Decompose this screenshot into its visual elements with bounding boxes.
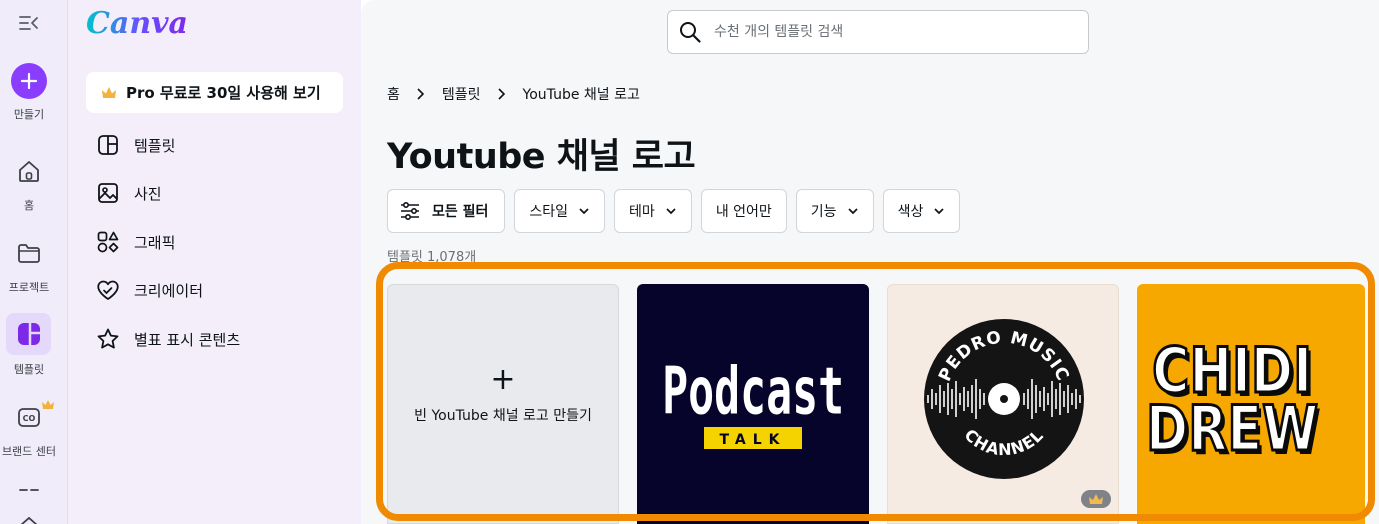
side-panel: Canva Pro 무료로 30일 사용해 보기 템플릿 사진 그래픽 크리에이… xyxy=(68,0,361,524)
filter-sliders-icon xyxy=(401,201,419,221)
collapse-menu-icon[interactable] xyxy=(18,12,40,34)
nav-label-photos: 사진 xyxy=(134,184,162,203)
theme-filter-label: 테마 xyxy=(629,204,655,220)
template-icon xyxy=(98,135,118,155)
color-filter-dropdown[interactable]: 색상 xyxy=(882,189,961,233)
folder-icon[interactable] xyxy=(16,240,42,266)
nav-item-creators[interactable]: 크리에이터 xyxy=(96,277,203,303)
search-bar[interactable] xyxy=(667,10,1089,54)
pro-crown-icon xyxy=(42,395,54,414)
chevron-down-icon xyxy=(934,208,944,215)
canva-logo[interactable]: Canva xyxy=(86,6,188,41)
breadcrumb-home[interactable]: 홈 xyxy=(387,84,400,104)
page-title: Youtube 채널 로고 xyxy=(387,137,696,177)
create-button[interactable] xyxy=(11,63,47,99)
nav-item-graphics[interactable]: 그래픽 xyxy=(96,229,175,255)
star-icon xyxy=(97,328,119,349)
nav-label-starred: 별표 표시 콘텐츠 xyxy=(134,330,241,349)
nav-label-creators: 크리에이터 xyxy=(134,281,204,300)
color-filter-label: 색상 xyxy=(897,204,924,220)
brand-center-label: 브랜드 센터 xyxy=(1,445,57,458)
nav-label-graphics: 그래픽 xyxy=(134,233,176,252)
crown-icon xyxy=(102,86,116,98)
nav-item-starred[interactable]: 별표 표시 콘텐츠 xyxy=(96,326,240,352)
my-language-filter-button[interactable]: 내 언어만 xyxy=(700,189,787,233)
plus-icon xyxy=(20,72,38,90)
nav-item-photos[interactable]: 사진 xyxy=(96,180,162,206)
pro-trial-label: Pro 무료로 30일 사용해 보기 xyxy=(126,84,321,102)
feature-filter-label: 기능 xyxy=(810,204,837,220)
breadcrumb-templates[interactable]: 템플릿 xyxy=(442,84,481,104)
chevron-down-icon xyxy=(579,208,589,215)
chevron-right-icon xyxy=(417,88,425,100)
photo-icon xyxy=(98,183,118,203)
create-label: 만들기 xyxy=(13,108,45,121)
home-label: 홈 xyxy=(23,199,35,212)
style-filter-dropdown[interactable]: 스타일 xyxy=(514,189,606,233)
chevron-down-icon xyxy=(847,208,858,215)
brand-center-icon[interactable]: CO xyxy=(16,404,42,430)
svg-text:CO: CO xyxy=(23,414,36,423)
filter-bar: 모든 필터 스타일 테마 내 언어만 기능 색상 xyxy=(387,189,961,233)
highlight-outline xyxy=(376,262,1375,521)
nav-label-templates: 템플릿 xyxy=(134,136,176,155)
nav-item-templates[interactable]: 템플릿 xyxy=(96,132,175,158)
left-rail: 만들기 홈 프로젝트 템플릿 CO 브랜드 센터 xyxy=(0,0,68,524)
chevron-down-icon xyxy=(666,208,676,215)
apps-icon[interactable] xyxy=(16,484,42,519)
pro-trial-button[interactable]: Pro 무료로 30일 사용해 보기 xyxy=(86,72,343,113)
search-input[interactable] xyxy=(714,24,1054,40)
home-icon[interactable] xyxy=(16,158,42,184)
projects-label: 프로젝트 xyxy=(8,281,50,294)
feature-filter-dropdown[interactable]: 기능 xyxy=(795,189,874,233)
templates-icon[interactable] xyxy=(16,321,42,347)
style-filter-label: 스타일 xyxy=(529,204,569,220)
breadcrumb-current: YouTube 채널 로고 xyxy=(522,87,640,103)
all-filters-label: 모든 필터 xyxy=(432,204,489,220)
more-icon[interactable] xyxy=(19,512,39,524)
my-language-filter-label: 내 언어만 xyxy=(715,204,772,220)
templates-label: 템플릿 xyxy=(13,363,45,376)
graphics-icon xyxy=(97,231,119,253)
creator-heart-icon xyxy=(97,280,119,300)
search-icon xyxy=(680,22,701,43)
breadcrumb: 홈 템플릿 YouTube 채널 로고 xyxy=(387,84,640,104)
theme-filter-dropdown[interactable]: 테마 xyxy=(614,189,692,233)
main-content: 홈 템플릿 YouTube 채널 로고 Youtube 채널 로고 모든 필터 … xyxy=(361,0,1379,524)
chevron-right-icon xyxy=(497,88,505,100)
all-filters-button[interactable]: 모든 필터 xyxy=(387,189,506,233)
